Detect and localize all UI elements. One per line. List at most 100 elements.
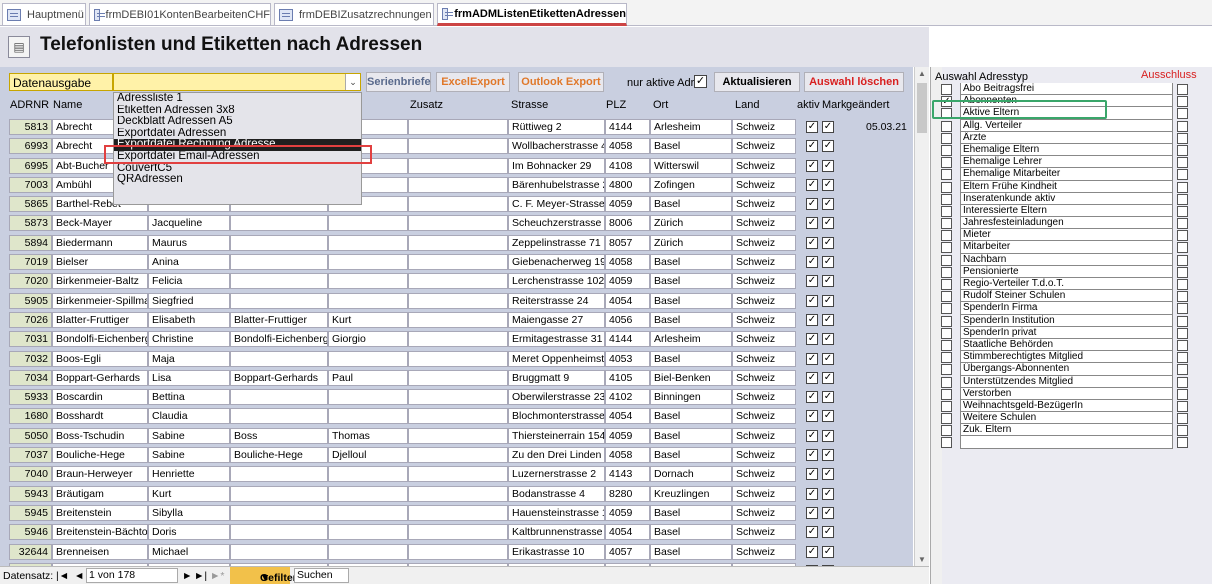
address-type-row[interactable]: Nachbarn	[934, 253, 1209, 266]
cell-ort[interactable]: Basel	[650, 138, 732, 155]
serienbriefe-button[interactable]: Serienbriefe	[366, 72, 431, 92]
table-row[interactable]: 5894 Biedermann Maurus Zeppelinstrasse 71 80…	[0, 233, 902, 252]
address-type-checkbox[interactable]	[941, 364, 952, 376]
cell-vorname2[interactable]	[328, 389, 408, 406]
last-record-icon[interactable]: ►|	[194, 570, 207, 582]
tab-adm-listen[interactable]: frmADMListenEtikettenAdressen	[437, 3, 627, 26]
tab-debi-zusatz[interactable]: frmDEBIZusatzrechnungen	[274, 3, 434, 25]
cell-vorname[interactable]: Sibylla	[148, 504, 230, 521]
cell-name[interactable]: Bielser	[52, 254, 148, 271]
exclude-checkbox[interactable]	[1177, 84, 1188, 95]
cell-strasse[interactable]: Kaltbrunnenstrasse 63	[508, 524, 605, 541]
mark-checkbox[interactable]: ✓	[822, 256, 834, 269]
mark-checkbox[interactable]: ✓	[822, 352, 834, 365]
cell-land[interactable]: Schweiz	[732, 254, 796, 271]
cell-nr[interactable]: 7003	[9, 176, 52, 193]
address-type-checkbox[interactable]	[941, 352, 952, 364]
cell-strasse[interactable]: Scheuchzerstrasse 40	[508, 215, 605, 232]
table-row[interactable]: 7020 Birkenmeier-Baltz Felicia Lerchenstras…	[0, 271, 902, 290]
address-type-row[interactable]: Eltern Frühe Kindheit	[934, 180, 1209, 193]
cell-strasse[interactable]: Blochmonterstrasse 14	[508, 408, 605, 425]
cell-strasse[interactable]: Giebenacherweg 19	[508, 254, 605, 271]
cell-nr[interactable]: 7040	[9, 466, 52, 483]
dropdown-option[interactable]: Exportdatei Email-Adressen	[114, 151, 361, 163]
cell-nr[interactable]: 7026	[9, 311, 52, 328]
mark-checkbox[interactable]: ✓	[822, 449, 834, 462]
address-type-checkbox[interactable]	[941, 437, 952, 449]
cell-strasse[interactable]: Im Bohnacker 29	[508, 157, 605, 174]
address-type-checkbox[interactable]	[941, 413, 952, 425]
cell-name2[interactable]	[230, 504, 328, 521]
table-row[interactable]: 5945 Breitenstein Sibylla Hauensteinstrasse…	[0, 503, 902, 522]
scroll-down-icon[interactable]: ▼	[918, 555, 926, 564]
cell-nr[interactable]: 7020	[9, 273, 52, 290]
cell-name[interactable]: Boscardin	[52, 389, 148, 406]
exclude-checkbox[interactable]	[1177, 157, 1188, 169]
cell-strasse[interactable]: Reiterstrasse 24	[508, 292, 605, 309]
cell-nr[interactable]: 5945	[9, 504, 52, 521]
cell-vorname2[interactable]: Giorgio	[328, 331, 408, 348]
aktiv-checkbox[interactable]: ✓	[806, 198, 818, 211]
cell-vorname[interactable]: Doris	[148, 524, 230, 541]
exclude-checkbox[interactable]	[1177, 291, 1188, 303]
exclude-checkbox[interactable]	[1177, 120, 1188, 132]
cell-land[interactable]: Schweiz	[732, 524, 796, 541]
cell-land[interactable]: Schweiz	[732, 273, 796, 290]
cell-zusatz[interactable]	[408, 157, 508, 174]
cell-nr[interactable]: 5905	[9, 292, 52, 309]
cell-nr[interactable]: 7037	[9, 447, 52, 464]
cell-name2[interactable]	[230, 234, 328, 251]
cell-vorname[interactable]: Kurt	[148, 485, 230, 502]
exclude-checkbox[interactable]	[1177, 425, 1188, 437]
aktualisieren-button[interactable]: Aktualisieren	[714, 72, 800, 92]
address-type-row[interactable]: Stimmberechtigtes Mitglied	[934, 351, 1209, 364]
cell-vorname[interactable]: Jacqueline	[148, 215, 230, 232]
cell-zusatz[interactable]	[408, 466, 508, 483]
address-type-row[interactable]: Weihnachtsgeld-BezügerIn	[934, 399, 1209, 413]
cell-plz[interactable]: 4108	[605, 157, 650, 174]
cell-zusatz[interactable]	[408, 138, 508, 155]
cell-zusatz[interactable]	[408, 196, 508, 213]
previous-record-icon[interactable]: ◄	[74, 570, 84, 582]
cell-name2[interactable]: Blatter-Fruttiger	[230, 311, 328, 328]
auswahl-loeschen-button[interactable]: Auswahl löschen	[804, 72, 904, 92]
aktiv-checkbox[interactable]: ✓	[806, 487, 818, 500]
cell-plz[interactable]: 4054	[605, 292, 650, 309]
address-type-row[interactable]: Regio-Verteiler T.d.o.T.	[934, 278, 1209, 291]
cell-vorname[interactable]: Anina	[148, 254, 230, 271]
cell-nr[interactable]: 5894	[9, 234, 52, 251]
tab-debi-konten[interactable]: frmDEBI01KontenBearbeitenCHF	[89, 3, 271, 25]
cell-ort[interactable]: Basel	[650, 350, 732, 367]
cell-land[interactable]: Schweiz	[732, 176, 796, 193]
mark-checkbox[interactable]: ✓	[822, 410, 834, 423]
cell-plz[interactable]: 4059	[605, 273, 650, 290]
cell-strasse[interactable]: Maiengasse 27	[508, 311, 605, 328]
excel-export-button[interactable]: ExcelExport	[436, 72, 510, 92]
cell-name[interactable]: Boppart-Gerhards	[52, 369, 148, 386]
aktiv-checkbox[interactable]: ✓	[806, 333, 818, 346]
table-row[interactable]: 5946 Breitenstein-Bächtold Doris Kaltbrunne…	[0, 522, 902, 541]
address-type-row[interactable]: SpenderIn privat	[934, 326, 1209, 339]
dropdown-option[interactable]: QRAdressen	[114, 174, 361, 186]
address-type-row[interactable]: SpenderIn Institution	[934, 314, 1209, 327]
aktiv-checkbox[interactable]: ✓	[806, 217, 818, 230]
cell-vorname2[interactable]	[328, 350, 408, 367]
mark-checkbox[interactable]: ✓	[822, 236, 834, 249]
cell-nr[interactable]: 5943	[9, 485, 52, 502]
cell-strasse[interactable]: Erikastrasse 10	[508, 543, 605, 560]
address-type-checkbox[interactable]	[941, 425, 952, 437]
cell-ort[interactable]: Zürich	[650, 234, 732, 251]
dropdown-option[interactable]: CouvertC5	[114, 163, 361, 175]
cell-land[interactable]: Schweiz	[732, 466, 796, 483]
cell-vorname2[interactable]	[328, 524, 408, 541]
table-row[interactable]: 5050 Boss-Tschudin Sabine Boss Thomas Thierst…	[0, 426, 902, 445]
cell-strasse[interactable]: Ermitagestrasse 31	[508, 331, 605, 348]
address-type-row[interactable]: Mieter	[934, 229, 1209, 242]
vertical-scrollbar[interactable]: ▲ ▼	[914, 67, 929, 566]
cell-land[interactable]: Schweiz	[732, 427, 796, 444]
cell-land[interactable]: Schweiz	[732, 138, 796, 155]
cell-vorname2[interactable]: Thomas	[328, 427, 408, 444]
cell-zusatz[interactable]	[408, 504, 508, 521]
chevron-down-icon[interactable]: ⌄	[345, 74, 360, 90]
exclude-checkbox[interactable]	[1177, 388, 1188, 400]
